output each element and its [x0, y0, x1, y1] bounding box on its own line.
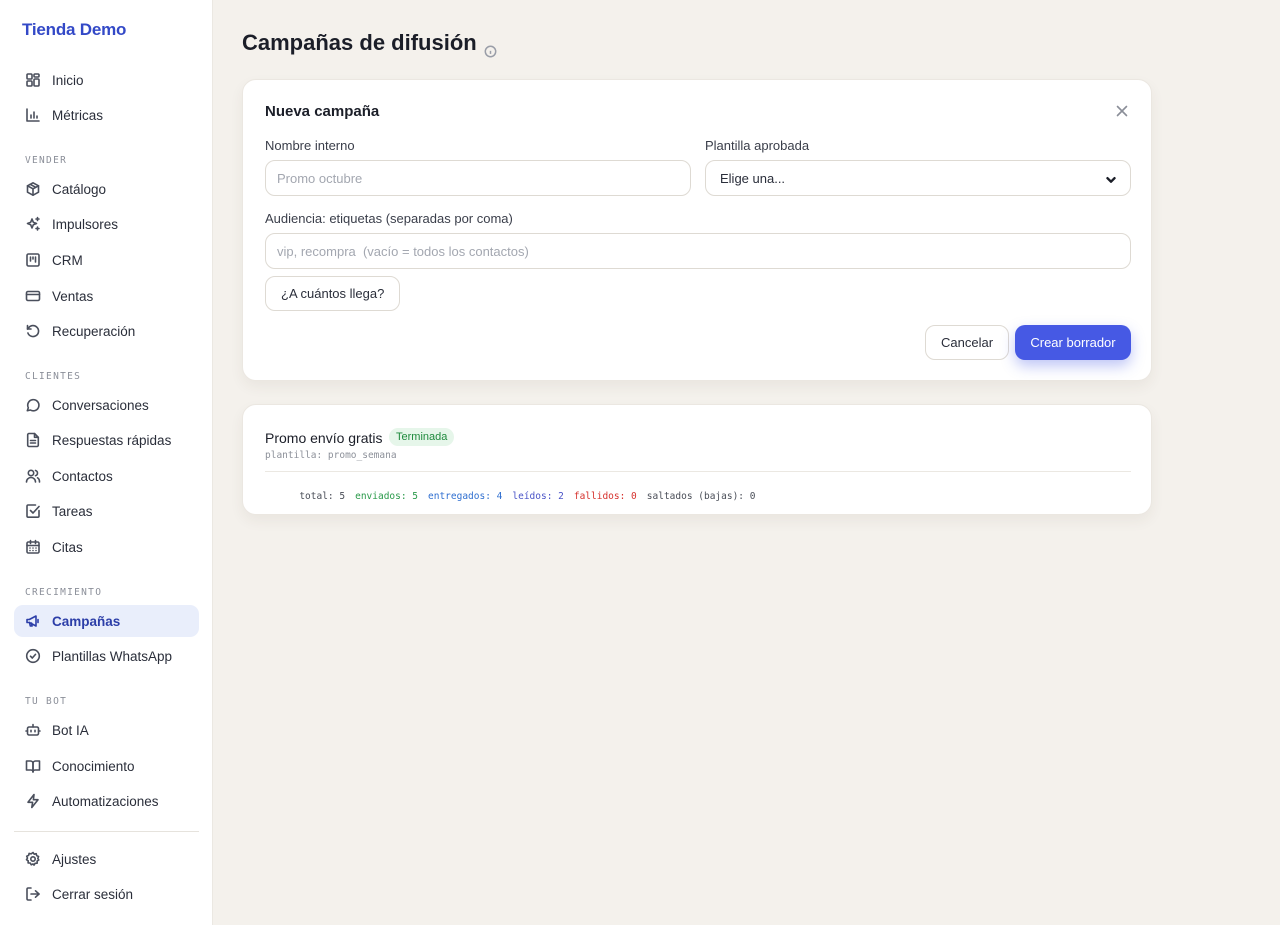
sidebar-item-label: Conocimiento	[52, 758, 135, 774]
stat-enviados: enviados: 5	[355, 491, 419, 502]
bot-icon	[25, 722, 41, 738]
log-out-icon	[25, 886, 41, 902]
sidebar-item-label: Ajustes	[52, 851, 97, 867]
audience-field-label: Audiencia: etiquetas (separadas por coma…	[265, 211, 513, 226]
sidebar-item-label: Recuperación	[52, 323, 136, 339]
campaign-divider	[265, 471, 1131, 472]
sidebar-item-label: Impulsores	[52, 216, 119, 232]
sidebar-item-automatizaciones[interactable]: Automatizaciones	[14, 785, 199, 817]
info-icon[interactable]	[484, 38, 497, 57]
sidebar-item-label: Tareas	[52, 503, 93, 519]
zap-icon	[25, 793, 41, 809]
sidebar-item-cerrar-sesion[interactable]: Cerrar sesión	[14, 878, 199, 910]
template-select[interactable]: Elige una...	[705, 160, 1131, 196]
audience-field[interactable]	[265, 233, 1131, 269]
sidebar-item-bot-ia[interactable]: Bot IA	[14, 714, 199, 746]
sidebar-divider	[14, 831, 199, 832]
section-label-tu-bot: TU BOT	[25, 696, 68, 707]
section-label-clientes: CLIENTES	[25, 371, 82, 382]
sidebar-item-recuperacion[interactable]: Recuperación	[14, 315, 199, 347]
status-badge: Terminada	[389, 428, 455, 446]
file-text-icon	[25, 432, 41, 448]
users-icon	[25, 468, 41, 484]
sidebar-item-label: Conversaciones	[52, 397, 149, 413]
sidebar-item-label: Respuestas rápidas	[52, 432, 172, 448]
campaign-card[interactable]: Promo envío gratis Terminada plantilla: …	[242, 404, 1152, 515]
sidebar-item-conversaciones[interactable]: Conversaciones	[14, 389, 199, 421]
create-draft-button[interactable]: Crear borrador	[1015, 325, 1131, 360]
name-field-label: Nombre interno	[265, 138, 355, 153]
sidebar-item-label: Campañas	[52, 613, 121, 629]
sidebar-item-catalogo[interactable]: Catálogo	[14, 173, 199, 205]
chevron-down-icon	[1106, 173, 1116, 183]
sidebar-item-label: Cerrar sesión	[52, 886, 134, 902]
sidebar-item-crm[interactable]: CRM	[14, 244, 199, 276]
page-title-text: Campañas de difusión	[242, 30, 477, 55]
new-campaign-card: Nueva campaña Nombre interno Plantilla a…	[242, 79, 1152, 381]
sidebar-item-ventas[interactable]: Ventas	[14, 280, 199, 312]
close-icon[interactable]	[1115, 104, 1129, 118]
check-square-icon	[25, 503, 41, 519]
section-label-crecimiento: CRECIMIENTO	[25, 587, 103, 598]
stat-saltados: saltados (bajas): 0	[646, 491, 756, 502]
name-field[interactable]	[265, 160, 691, 196]
sidebar-item-ajustes[interactable]: Ajustes	[14, 843, 199, 875]
stat-total: total: 5	[299, 491, 346, 502]
sparkles-icon	[25, 216, 41, 232]
sidebar-item-conocimiento[interactable]: Conocimiento	[14, 750, 199, 782]
sidebar-item-impulsores[interactable]: Impulsores	[14, 208, 199, 240]
cancel-button[interactable]: Cancelar	[925, 325, 1009, 360]
sidebar-item-label: Catálogo	[52, 181, 107, 197]
book-open-icon	[25, 758, 41, 774]
campaign-template: plantilla: promo_semana	[265, 450, 397, 461]
sidebar-item-label: Ventas	[52, 288, 94, 304]
sidebar-item-label: Plantillas WhatsApp	[52, 648, 173, 664]
megaphone-icon	[25, 613, 41, 629]
sidebar-item-label: Inicio	[52, 72, 84, 88]
sidebar-item-label: CRM	[52, 252, 83, 268]
campaign-stats: total: 5 enviados: 5 entregados: 4 leídos: …	[265, 480, 765, 513]
kanban-icon	[25, 252, 41, 268]
sidebar-item-inicio[interactable]: Inicio	[14, 64, 199, 96]
sidebar-item-tareas[interactable]: Tareas	[14, 495, 199, 527]
rotate-ccw-icon	[25, 323, 41, 339]
section-label-vender: VENDER	[25, 155, 68, 166]
calendar-icon	[25, 539, 41, 555]
credit-card-icon	[25, 288, 41, 304]
brand-logo[interactable]: Tienda Demo	[22, 20, 126, 40]
stat-fallidos: fallidos: 0	[573, 491, 637, 502]
sidebar-item-campanas[interactable]: Campañas	[14, 605, 199, 637]
sidebar-item-label: Bot IA	[52, 722, 89, 738]
new-campaign-title: Nueva campaña	[265, 103, 380, 120]
gear-icon	[25, 851, 41, 867]
sidebar-item-contactos[interactable]: Contactos	[14, 460, 199, 492]
template-field-label: Plantilla aprobada	[705, 138, 810, 153]
campaign-name: Promo envío gratis	[265, 430, 383, 446]
sidebar-item-label: Citas	[52, 539, 83, 555]
sidebar-item-label: Contactos	[52, 468, 113, 484]
bar-chart-icon	[25, 107, 41, 123]
sidebar-item-label: Métricas	[52, 107, 104, 123]
sidebar-item-plantillas-whatsapp[interactable]: Plantillas WhatsApp	[14, 640, 199, 672]
box-icon	[25, 181, 41, 197]
reach-button[interactable]: ¿A cuántos llega?	[265, 276, 401, 311]
stat-entregados: entregados: 4	[428, 491, 503, 502]
sidebar-item-respuestas-rapidas[interactable]: Respuestas rápidas	[14, 424, 199, 456]
message-circle-icon	[25, 397, 41, 413]
sidebar-item-metricas[interactable]: Métricas	[14, 99, 199, 131]
grid-icon	[25, 72, 41, 88]
stat-leidos: leídos: 2	[512, 491, 564, 502]
sidebar-item-label: Automatizaciones	[52, 793, 159, 809]
sidebar-item-citas[interactable]: Citas	[14, 531, 199, 563]
page-title: Campañas de difusión	[242, 30, 497, 57]
check-circle-icon	[25, 648, 41, 664]
sidebar: Tienda Demo Inicio Métricas VENDER Catál…	[0, 0, 213, 925]
template-select-value: Elige una...	[720, 170, 786, 186]
